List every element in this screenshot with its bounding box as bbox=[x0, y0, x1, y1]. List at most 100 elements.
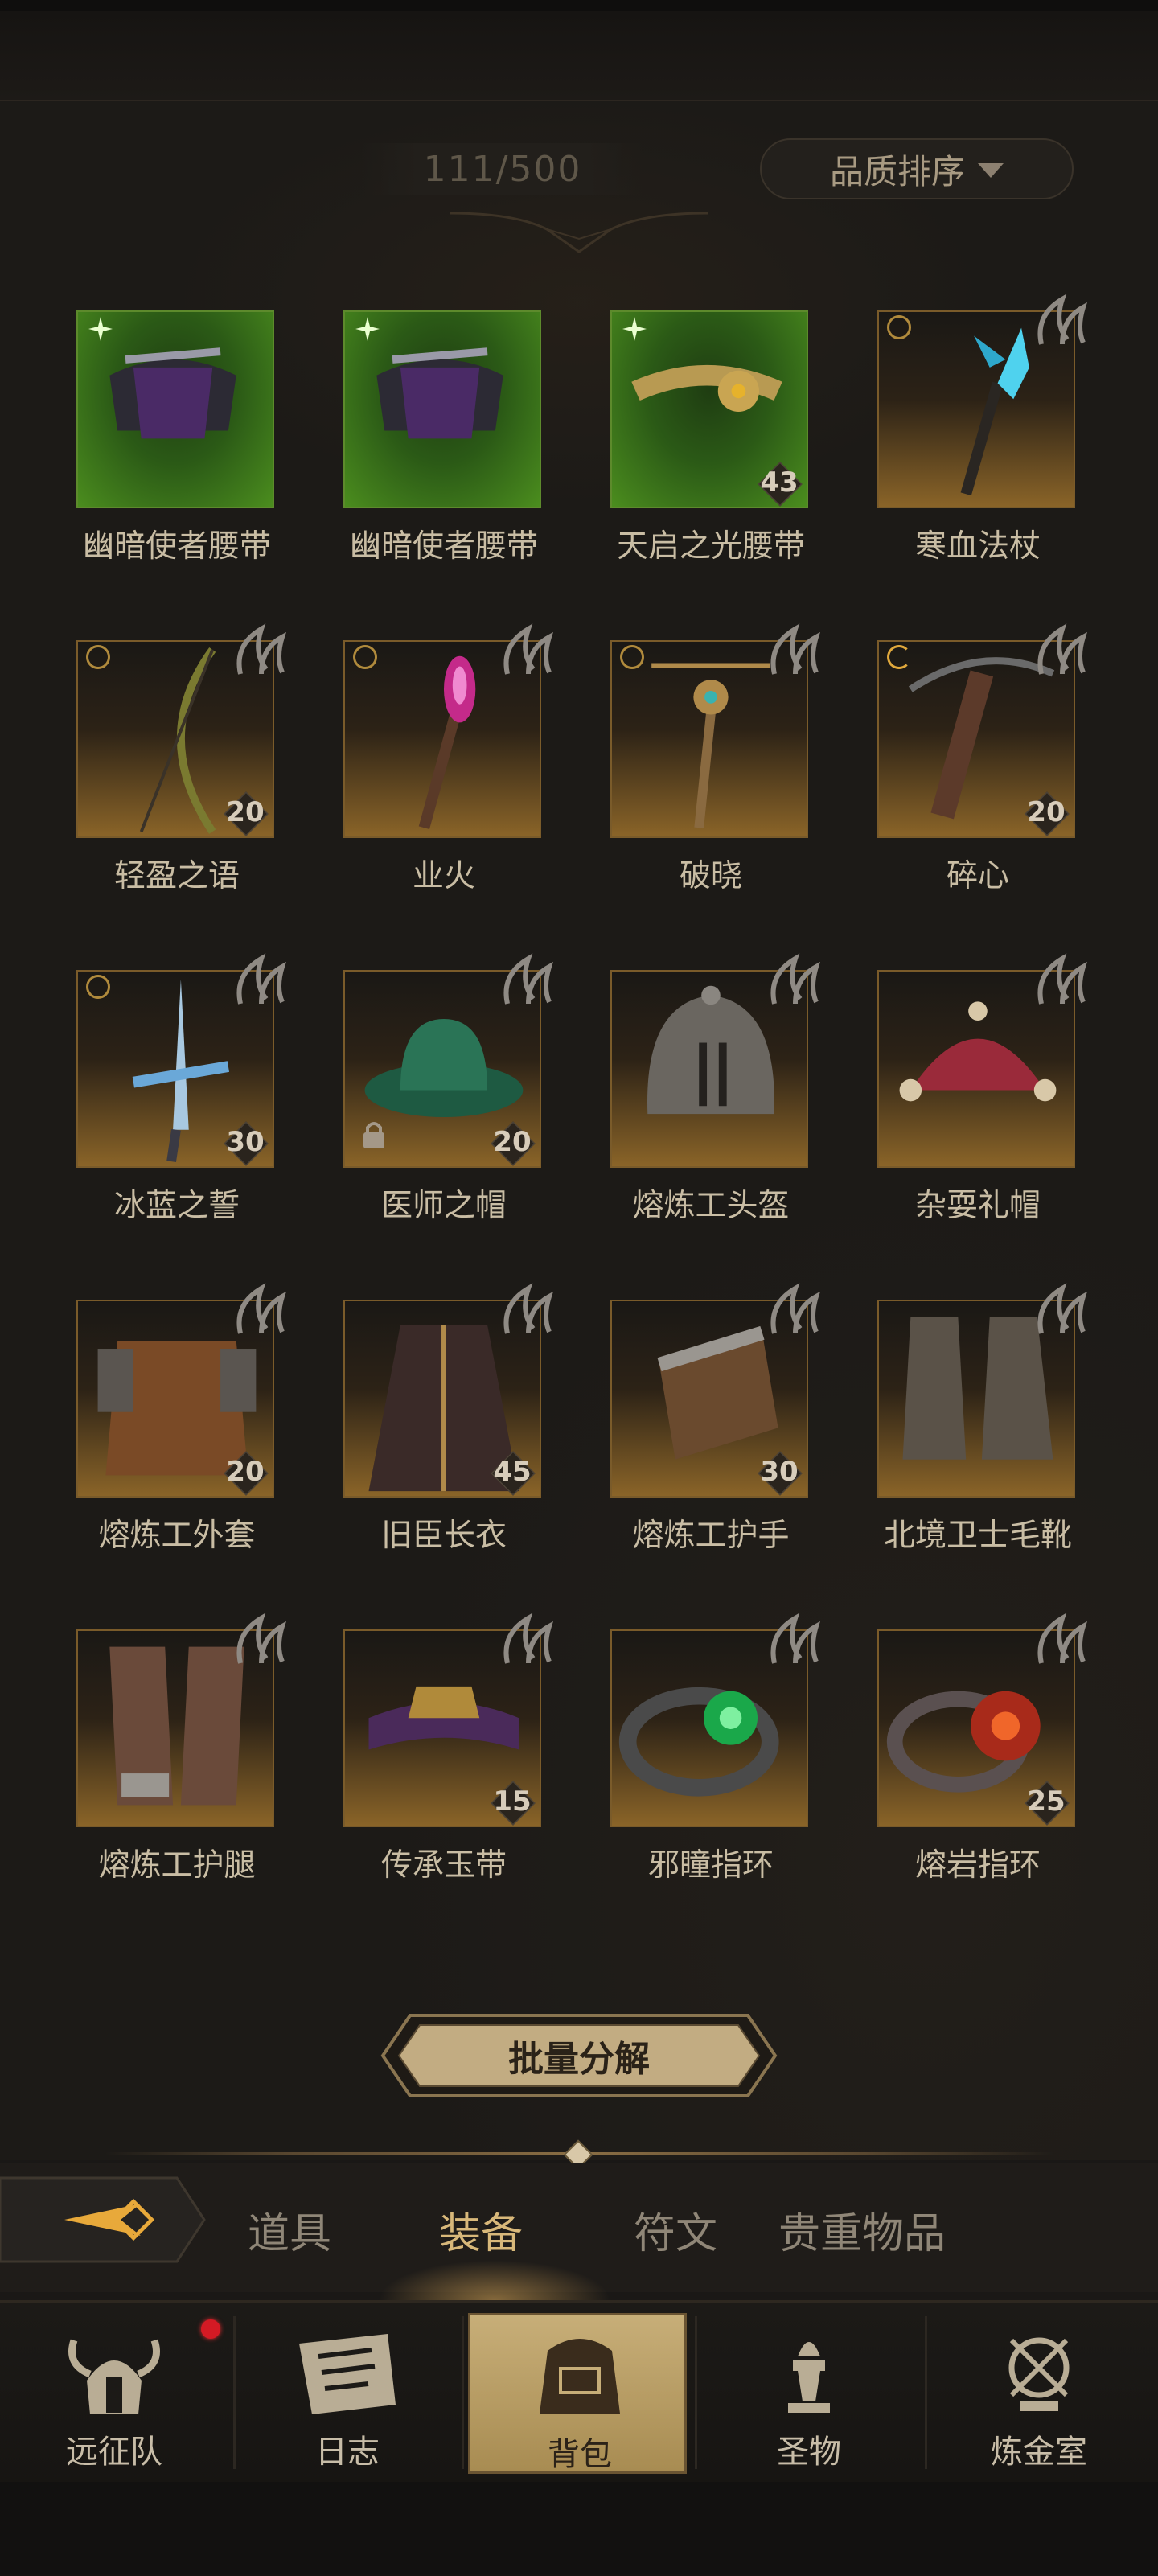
nav-expedition-label: 远征队 bbox=[66, 2434, 162, 2471]
nav-expedition[interactable]: 远征队 bbox=[5, 2313, 224, 2474]
item-level: 43 bbox=[760, 466, 799, 499]
rune-slot-icon bbox=[503, 1283, 554, 1334]
relic-icon bbox=[788, 2342, 830, 2413]
back-button[interactable] bbox=[0, 2170, 209, 2270]
item-level-badge: 15 bbox=[484, 1781, 540, 1826]
inventory-item[interactable]: 25 熔岩指环 bbox=[865, 1613, 1090, 1935]
item-name: 业火 bbox=[412, 858, 475, 894]
item-name: 旧臣长衣 bbox=[380, 1518, 507, 1554]
rune-slot-icon bbox=[503, 623, 554, 675]
unidentified-marker-icon bbox=[86, 645, 110, 669]
item-name: 北境卫士毛靴 bbox=[883, 1518, 1072, 1554]
sparkle-icon bbox=[355, 317, 380, 341]
item-name: 杂耍礼帽 bbox=[914, 1188, 1041, 1224]
item-level-badge: 30 bbox=[217, 1121, 273, 1166]
inventory-item[interactable]: 20 碎心 bbox=[865, 623, 1090, 946]
item-level-badge: 30 bbox=[751, 1451, 807, 1496]
item-level-badge: 45 bbox=[484, 1451, 540, 1496]
inventory-item[interactable]: 30 熔炼工护手 bbox=[598, 1283, 823, 1605]
item-name: 熔炼工护手 bbox=[632, 1518, 790, 1554]
bottom-strip bbox=[0, 2482, 1158, 2574]
item-name: 传承玉带 bbox=[380, 1847, 507, 1884]
nav-alchemy-label: 炼金室 bbox=[991, 2434, 1087, 2471]
nav-relics[interactable]: 圣物 bbox=[700, 2313, 918, 2474]
item-level: 20 bbox=[1027, 796, 1066, 828]
item-level: 30 bbox=[226, 1126, 265, 1158]
tab-props[interactable]: 道具 bbox=[248, 2189, 331, 2270]
rune-slot-icon bbox=[1037, 623, 1088, 675]
inventory-item[interactable]: 30 冰蓝之誓 bbox=[64, 953, 290, 1276]
inventory-item[interactable]: 邪瞳指环 bbox=[598, 1613, 823, 1935]
rune-slot-icon bbox=[770, 1613, 821, 1664]
inventory-item[interactable]: 20 医师之帽 bbox=[331, 953, 556, 1276]
inventory-count: 111/500 bbox=[362, 143, 643, 195]
crescent-marker-icon bbox=[887, 645, 911, 669]
item-name: 破晓 bbox=[679, 858, 742, 894]
nav-backpack-label: 背包 bbox=[548, 2436, 612, 2473]
batch-decompose-button[interactable]: 批量分解 bbox=[378, 2011, 780, 2101]
tab-equipment[interactable]: 装备 bbox=[439, 2189, 523, 2270]
notification-badge bbox=[201, 2319, 220, 2339]
inventory-item[interactable]: 45 旧臣长衣 bbox=[331, 1283, 556, 1605]
inventory-item[interactable]: 15 传承玉带 bbox=[331, 1613, 556, 1935]
unidentified-marker-icon bbox=[887, 315, 911, 339]
item-name: 熔岩指环 bbox=[914, 1847, 1041, 1884]
tab-valuables[interactable]: 贵重物品 bbox=[778, 2189, 946, 2270]
nav-relics-label: 圣物 bbox=[777, 2434, 841, 2471]
rune-slot-icon bbox=[236, 1283, 287, 1334]
sort-dropdown[interactable]: 品质排序 bbox=[760, 138, 1074, 199]
dark-belt-icon bbox=[376, 347, 503, 439]
viking-helmet-icon bbox=[68, 2339, 160, 2414]
item-name: 碎心 bbox=[946, 858, 1009, 894]
inventory-item[interactable]: 业火 bbox=[331, 623, 556, 946]
item-name: 熔炼工外套 bbox=[98, 1518, 256, 1554]
item-level-badge: 20 bbox=[217, 1451, 273, 1496]
item-name: 轻盈之语 bbox=[113, 858, 240, 894]
rune-slot-icon bbox=[503, 1613, 554, 1664]
unidentified-marker-icon bbox=[620, 645, 644, 669]
inventory-item[interactable]: 寒血法杖 bbox=[865, 294, 1090, 616]
item-name: 邪瞳指环 bbox=[647, 1847, 774, 1884]
nav-backpack[interactable]: 背包 bbox=[468, 2313, 687, 2474]
nav-journal[interactable]: 日志 bbox=[238, 2313, 457, 2474]
tab-runes[interactable]: 符文 bbox=[634, 2189, 717, 2270]
rune-slot-icon bbox=[236, 1613, 287, 1664]
backpack-icon bbox=[540, 2339, 620, 2414]
rune-slot-icon bbox=[1037, 1283, 1088, 1334]
item-level: 20 bbox=[226, 796, 265, 828]
status-bar bbox=[0, 0, 1158, 11]
rune-slot-icon bbox=[236, 623, 287, 675]
unidentified-marker-icon bbox=[353, 645, 377, 669]
item-level: 20 bbox=[493, 1126, 532, 1158]
inventory-item[interactable]: 43 天启之光腰带 bbox=[598, 310, 823, 616]
item-name: 寒血法杖 bbox=[914, 528, 1041, 565]
nav-separator bbox=[925, 2316, 927, 2469]
nav-separator bbox=[233, 2316, 236, 2469]
item-level-badge: 20 bbox=[217, 791, 273, 836]
rune-slot-icon bbox=[1037, 1613, 1088, 1664]
inventory-item[interactable]: 北境卫士毛靴 bbox=[865, 1283, 1090, 1605]
inventory-item[interactable]: 幽暗使者腰带 bbox=[64, 310, 290, 616]
inventory-item[interactable]: 20 轻盈之语 bbox=[64, 623, 290, 946]
alchemy-icon bbox=[1008, 2337, 1070, 2411]
rune-slot-icon bbox=[770, 1283, 821, 1334]
rune-slot-icon bbox=[503, 953, 554, 1005]
rune-slot-icon bbox=[770, 623, 821, 675]
inventory-item[interactable]: 破晓 bbox=[598, 623, 823, 946]
nav-alchemy[interactable]: 炼金室 bbox=[930, 2313, 1148, 2474]
inventory-item[interactable]: 杂耍礼帽 bbox=[865, 953, 1090, 1276]
inventory-item[interactable]: 20 熔炼工外套 bbox=[64, 1283, 290, 1605]
inventory-item[interactable]: 熔炼工护腿 bbox=[64, 1613, 290, 1935]
nav-separator bbox=[462, 2316, 464, 2469]
inventory-item[interactable]: 幽暗使者腰带 bbox=[331, 310, 556, 616]
inventory-item[interactable]: 熔炼工头盔 bbox=[598, 953, 823, 1276]
item-name: 天启之光腰带 bbox=[616, 528, 805, 565]
sparkle-icon bbox=[88, 317, 113, 341]
rune-slot-icon bbox=[770, 953, 821, 1005]
item-name: 幽暗使者腰带 bbox=[349, 528, 538, 565]
journal-icon bbox=[299, 2334, 396, 2414]
item-level: 25 bbox=[1027, 1785, 1066, 1818]
lock-icon bbox=[363, 1122, 384, 1148]
active-tab-indicator bbox=[378, 2260, 611, 2300]
rune-slot-icon bbox=[1037, 294, 1088, 345]
